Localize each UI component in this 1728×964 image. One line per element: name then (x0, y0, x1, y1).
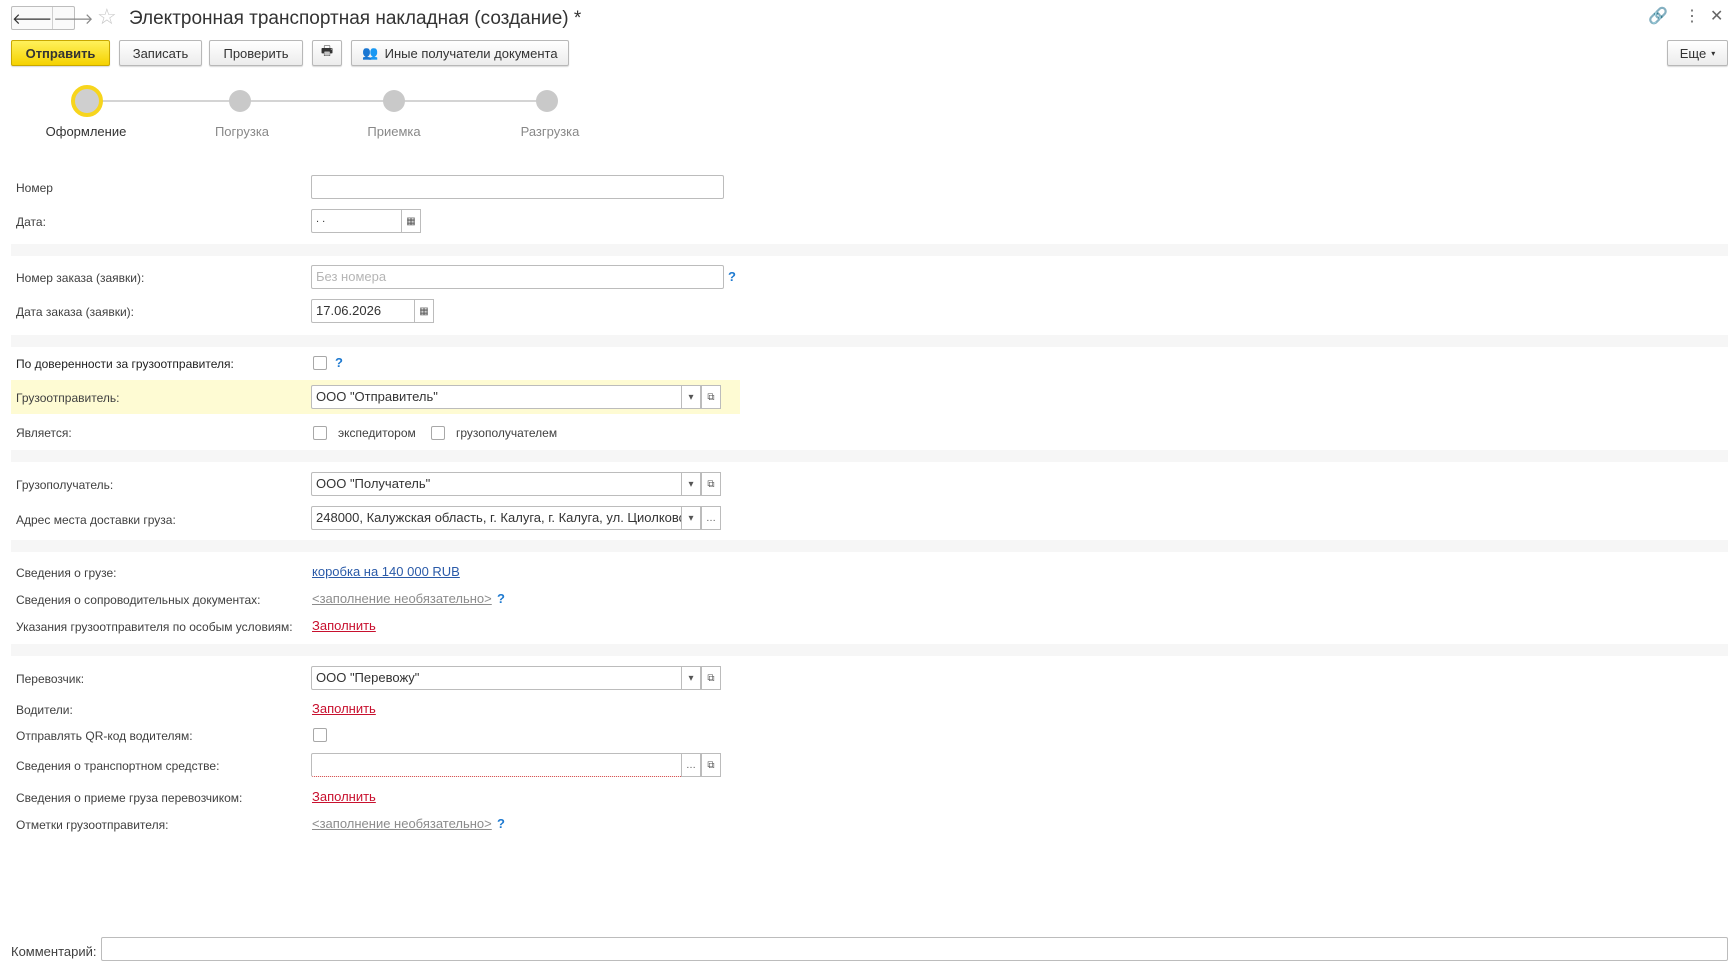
separator (11, 644, 1728, 656)
separator (11, 450, 1728, 462)
vehicle-input[interactable] (311, 753, 683, 777)
dropdown-icon[interactable]: ▾ (681, 506, 701, 530)
help-icon[interactable]: ? (497, 816, 505, 831)
drivers-label: Водители: (16, 703, 73, 717)
help-icon[interactable]: ? (497, 591, 505, 606)
forwarder-label: экспедитором (338, 426, 416, 440)
separator (11, 335, 1728, 347)
close-icon[interactable]: ✕ (1710, 8, 1723, 26)
star-icon[interactable]: ☆ (97, 6, 117, 28)
calendar-icon[interactable]: ▦ (414, 299, 434, 323)
number-input[interactable] (311, 175, 724, 199)
dropdown-icon[interactable]: ▾ (681, 666, 701, 690)
ellipsis-icon[interactable]: … (701, 506, 721, 530)
qr-label: Отправлять QR-код водителям: (16, 729, 193, 743)
step-dot-1[interactable] (71, 85, 103, 117)
open-icon[interactable]: ⧉ (701, 385, 721, 409)
recipients-label: Иные получатели документа (384, 45, 558, 61)
address-input[interactable]: 248000, Калужская область, г. Калуга, г.… (311, 506, 683, 530)
proxy-label: По доверенности за грузоотправителя: (16, 357, 234, 371)
save-button[interactable]: Записать (119, 40, 202, 66)
step-dot-3[interactable] (383, 90, 405, 112)
special-label: Указания грузоотправителя по особым усло… (16, 620, 293, 634)
marks-link[interactable]: <заполнение необязательно> (312, 816, 492, 831)
step-label-2[interactable]: Погрузка (182, 124, 302, 139)
recipients-button[interactable]: 👥 Иные получатели документа (351, 40, 569, 66)
marks-label: Отметки грузоотправителя: (16, 818, 169, 832)
qr-checkbox[interactable] (313, 728, 327, 742)
more-button[interactable]: Еще ▾ (1667, 40, 1728, 66)
carrier-label: Перевозчик: (16, 672, 85, 686)
ellipsis-icon[interactable]: … (681, 753, 701, 777)
is-label: Является: (16, 426, 72, 440)
steps-line (87, 100, 547, 102)
calendar-icon[interactable]: ▦ (401, 209, 421, 233)
vehicle-label: Сведения о транспортном средстве: (16, 759, 220, 773)
print-button[interactable]: 🖶 (312, 40, 342, 66)
date-input[interactable]: . . (311, 209, 403, 233)
arrow-left-icon[interactable]: 🡐 (12, 7, 52, 29)
arrow-right-icon[interactable]: 🡒 (52, 7, 93, 29)
send-button[interactable]: Отправить (11, 40, 110, 66)
consignee-checkbox-label: грузополучателем (456, 426, 558, 440)
more-label: Еще (1679, 45, 1707, 61)
date-label: Дата: (16, 215, 46, 229)
separator (11, 540, 1728, 552)
order-date-input[interactable]: 17.06.2026 (311, 299, 416, 323)
address-label: Адрес места доставки груза: (16, 513, 176, 527)
carrier-input[interactable]: ООО "Перевожу" (311, 666, 683, 690)
more-vert-icon[interactable]: ⋮ (1684, 8, 1700, 26)
step-label-4[interactable]: Разгрузка (490, 124, 610, 139)
open-icon[interactable]: ⧉ (701, 472, 721, 496)
consignee-input[interactable]: ООО "Получатель" (311, 472, 683, 496)
consignee-checkbox[interactable] (431, 426, 445, 440)
number-label: Номер (16, 181, 53, 195)
step-label-1[interactable]: Оформление (26, 124, 146, 139)
step-dot-2[interactable] (229, 90, 251, 112)
dropdown-icon[interactable]: ▾ (681, 472, 701, 496)
users-icon: 👥 (362, 45, 379, 60)
dropdown-icon[interactable]: ▾ (681, 385, 701, 409)
check-button[interactable]: Проверить (209, 40, 303, 66)
window-title: Электронная транспортная накладная (созд… (129, 8, 582, 29)
help-icon[interactable]: ? (335, 355, 343, 370)
order-number-label: Номер заказа (заявки): (16, 271, 145, 285)
forwarder-checkbox[interactable] (313, 426, 327, 440)
docs-link[interactable]: <заполнение необязательно> (312, 591, 492, 606)
acceptance-label: Сведения о приеме груза перевозчиком: (16, 791, 243, 805)
open-icon[interactable]: ⧉ (701, 753, 721, 777)
separator (11, 244, 1728, 256)
order-number-input[interactable]: Без номера (311, 265, 724, 289)
drivers-link[interactable]: Заполнить (312, 701, 376, 716)
help-icon[interactable]: ? (728, 269, 736, 284)
open-icon[interactable]: ⧉ (701, 666, 721, 690)
docs-label: Сведения о сопроводительных документах: (16, 593, 261, 607)
print-icon: 🖶 (320, 43, 334, 58)
shipper-input[interactable]: ООО "Отправитель" (311, 385, 683, 409)
proxy-checkbox[interactable] (313, 356, 327, 370)
cargo-link[interactable]: коробка на 140 000 RUB (312, 564, 460, 579)
chevron-down-icon: ▾ (1711, 48, 1716, 58)
history-nav: 🡐 🡒 (11, 6, 93, 30)
comment-input[interactable] (101, 937, 1728, 961)
cargo-label: Сведения о грузе: (16, 566, 117, 580)
step-label-3[interactable]: Приемка (334, 124, 454, 139)
comment-label: Комментарий: (11, 944, 97, 959)
step-dot-4[interactable] (536, 90, 558, 112)
consignee-label: Грузополучатель: (16, 478, 114, 492)
link-icon[interactable]: 🔗 (1648, 8, 1668, 26)
acceptance-link[interactable]: Заполнить (312, 789, 376, 804)
special-link[interactable]: Заполнить (312, 618, 376, 633)
shipper-label: Грузоотправитель: (16, 391, 120, 405)
order-date-label: Дата заказа (заявки): (16, 305, 134, 319)
